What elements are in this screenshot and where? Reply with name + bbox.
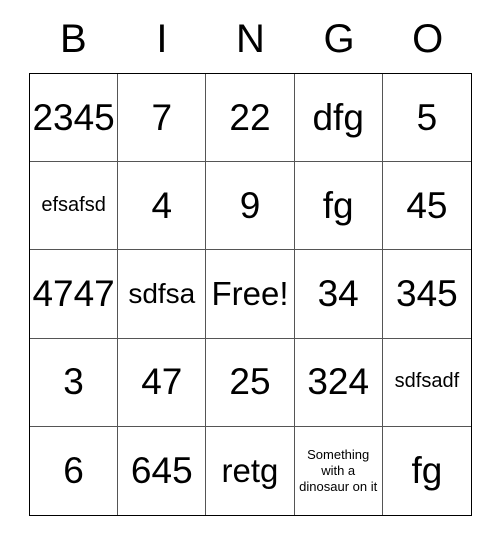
- bingo-cell-r3c2[interactable]: sdfsa: [118, 250, 207, 339]
- bingo-cell-r5c3[interactable]: retg: [206, 426, 295, 515]
- bingo-cell-text: Free!: [211, 275, 289, 313]
- bingo-cell-r2c3[interactable]: 9: [206, 162, 295, 251]
- bingo-cell-r5c4[interactable]: Something with a dinosaur on it: [294, 426, 383, 515]
- bingo-cell-text: 345: [396, 273, 458, 315]
- bingo-cell-r4c3[interactable]: 25: [206, 338, 295, 427]
- bingo-cell-r2c1[interactable]: efsafsd: [30, 162, 119, 251]
- bingo-cell-r3c5[interactable]: 345: [382, 250, 471, 339]
- bingo-card: B I N G O 2345 7 22 dfg 5 efsafsd 4 9 fg 45 4747 sd…: [29, 8, 472, 516]
- bingo-cell-text: 25: [229, 361, 271, 403]
- bingo-cell-text: 5: [416, 96, 438, 138]
- bingo-header-letter-b: B: [29, 8, 118, 73]
- bingo-cell-text: 47: [141, 361, 183, 403]
- bingo-cell-r1c2[interactable]: 7: [118, 74, 207, 163]
- bingo-cell-r1c5[interactable]: 5: [382, 74, 471, 163]
- bingo-cell-r1c3[interactable]: 22: [206, 74, 295, 163]
- bingo-cell-text: 9: [239, 184, 261, 226]
- bingo-cell-r4c4[interactable]: 324: [294, 338, 383, 427]
- bingo-cell-r3c1[interactable]: 4747: [30, 250, 119, 339]
- bingo-grid: 2345 7 22 dfg 5 efsafsd 4 9 fg 45 4747 sdfsa Free! 34…: [29, 73, 472, 516]
- bingo-cell-text: fg: [322, 184, 354, 226]
- bingo-cell-text: dfg: [312, 96, 364, 138]
- bingo-cell-text: sdfsa: [128, 277, 196, 309]
- bingo-cell-r4c2[interactable]: 47: [118, 338, 207, 427]
- bingo-cell-r1c4[interactable]: dfg: [294, 74, 383, 163]
- bingo-header-letter-i: I: [118, 8, 207, 73]
- bingo-cell-r4c5[interactable]: sdfsadf: [382, 338, 471, 427]
- bingo-cell-text: 4747: [32, 273, 115, 315]
- bingo-cell-text: retg: [221, 452, 279, 490]
- bingo-cell-r3c4[interactable]: 34: [294, 250, 383, 339]
- header-letter-text: B: [59, 16, 87, 61]
- bingo-cell-text: 645: [130, 449, 193, 491]
- bingo-cell-text: 7: [151, 96, 173, 138]
- bingo-header-row: B I N G O: [29, 8, 472, 73]
- bingo-cell-r4c1[interactable]: 3: [30, 338, 119, 427]
- bingo-cell-text: 45: [406, 184, 448, 226]
- bingo-cell-r3c3[interactable]: Free!: [206, 250, 295, 339]
- header-letter-text: G: [323, 16, 355, 61]
- bingo-cell-text: Something with a dinosaur on it: [299, 446, 378, 495]
- bingo-cell-r5c1[interactable]: 6: [30, 426, 119, 515]
- bingo-cell-text: 324: [307, 361, 370, 403]
- bingo-cell-text: 2345: [32, 96, 115, 138]
- bingo-cell-text: 6: [63, 449, 84, 491]
- bingo-cell-text: 4: [151, 184, 173, 226]
- bingo-header-letter-o: O: [383, 8, 472, 73]
- bingo-cell-text: efsafsd: [41, 193, 106, 216]
- bingo-cell-r2c2[interactable]: 4: [118, 162, 207, 251]
- bingo-header-letter-n: N: [206, 8, 295, 73]
- bingo-cell-r2c5[interactable]: 45: [382, 162, 471, 251]
- bingo-cell-text: 22: [229, 96, 271, 138]
- bingo-cell-text: sdfsadf: [394, 370, 460, 393]
- bingo-cell-r1c1[interactable]: 2345: [30, 74, 119, 163]
- header-letter-text: N: [236, 16, 265, 61]
- bingo-cell-text: fg: [411, 449, 443, 491]
- header-letter-text: I: [156, 16, 168, 61]
- bingo-cell-r5c2[interactable]: 645: [118, 426, 207, 515]
- bingo-cell-text: 3: [63, 361, 84, 403]
- bingo-cell-r2c4[interactable]: fg: [294, 162, 383, 251]
- bingo-cell-r5c5[interactable]: fg: [382, 426, 471, 515]
- header-letter-text: O: [412, 16, 444, 61]
- bingo-header-letter-g: G: [295, 8, 384, 73]
- bingo-cell-text: 34: [317, 273, 359, 315]
